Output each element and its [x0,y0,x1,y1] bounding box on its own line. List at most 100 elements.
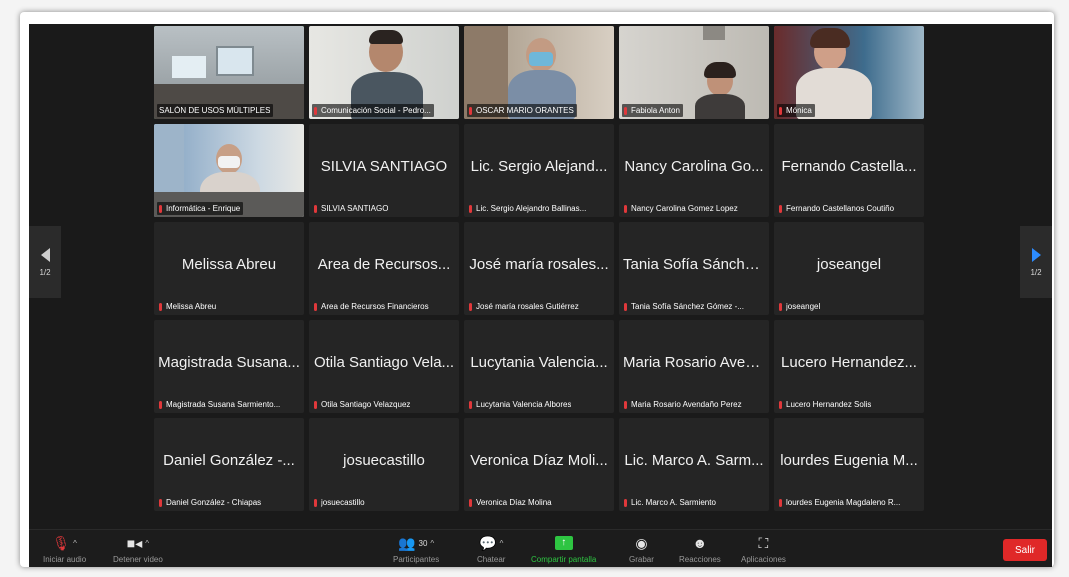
muted-mic-icon [779,106,782,115]
participant-tile[interactable]: José maría rosales... José maría rosales … [464,222,614,315]
muted-mic-icon [624,106,627,115]
next-page-button[interactable]: 1/2 [1020,226,1052,298]
participant-tile[interactable]: Melissa Abreu Melissa Abreu [154,222,304,315]
participant-tile[interactable]: Daniel González -... Daniel González - Ch… [154,418,304,511]
record-button[interactable]: ◉ Grabar [629,534,654,565]
participant-tile[interactable]: Lucytania Valencia... Lucytania Valencia … [464,320,614,413]
chevron-up-icon[interactable]: ^ [430,539,434,548]
participant-name-tag: Informática - Enrique [157,202,244,215]
participant-name-tag: Magistrada Susana Sarmiento... [157,398,283,411]
participant-display-name: José maría rosales... [469,256,609,273]
participant-display-name: SILVIA SANTIAGO [320,158,448,175]
participant-name-tag: Lucytania Valencia Albores [467,398,574,411]
muted-mic-icon [624,400,627,409]
participant-tile[interactable]: lourdes Eugenia M... lourdes Eugenia Magd… [774,418,924,511]
reactions-icon: ☻ [692,535,708,551]
muted-mic-icon [469,400,472,409]
participant-name-tag: Lucero Hernandez Solis [777,398,874,411]
participant-tile[interactable]: Lic. Marco A. Sarm... Lic. Marco A. Sarmi… [619,418,769,511]
participant-display-name: Lucytania Valencia... [470,354,608,371]
video-camera-icon: ■◂ [126,534,143,551]
reactions-button[interactable]: ☻ Reacciones [679,534,721,564]
meeting-window: 1/2 SALÓN DE USOS MÚLTIPLES Comunicación… [29,24,1052,567]
participant-display-name: joseangel [816,256,882,273]
muted-mic-icon [314,204,317,213]
participant-name-tag: Mónica [777,104,815,117]
participants-button[interactable]: 👥 30 ^ Participantes [393,534,439,565]
participant-display-name: Otila Santiago Vela... [313,354,455,371]
muted-mic-icon [779,204,782,213]
muted-mic-icon: 🎙 [52,534,71,551]
page-indicator-right: 1/2 [1030,267,1042,277]
chevron-up-icon[interactable]: ^ [73,539,77,548]
muted-mic-icon [314,400,317,409]
muted-mic-icon [469,498,472,507]
chat-bubble-icon: 💬 [479,534,497,551]
participant-name-tag: Comunicación Social - Pedro... [312,104,434,117]
participant-display-name: Lic. Sergio Alejand... [470,158,608,175]
participant-tile[interactable]: SALÓN DE USOS MÚLTIPLES [154,26,304,119]
participant-tile[interactable]: Fabiola Anton [619,26,769,119]
audio-button[interactable]: 🎙 ^ Iniciar audio [43,534,86,565]
participant-display-name: Veronica Díaz Moli... [470,452,608,469]
participant-name-tag: Tania Sofía Sánchez Gómez -... [622,300,747,313]
muted-mic-icon [469,302,472,311]
participant-display-name: Maria Rosario Aven... [623,354,767,371]
muted-mic-icon [624,302,627,311]
participant-tile[interactable]: SILVIA SANTIAGO SILVIA SANTIAGO [309,124,459,217]
participant-name-tag: Area de Recursos Financieros [312,300,432,313]
participant-tile[interactable]: Nancy Carolina Go... Nancy Carolina Gomez… [619,124,769,217]
participant-tile[interactable]: josuecastillo josuecastillo [309,418,459,511]
muted-mic-icon [779,400,782,409]
participant-tile[interactable]: Tania Sofía Sánche... Tania Sofía Sánchez… [619,222,769,315]
participant-tile[interactable]: OSCAR MARIO ORANTES [464,26,614,119]
chevron-up-icon[interactable]: ^ [145,539,149,548]
participant-display-name: Tania Sofía Sánche... [623,256,766,273]
participant-name-tag: SALÓN DE USOS MÚLTIPLES [157,104,274,117]
participant-name-tag: josuecastillo [312,496,368,509]
participant-display-name: Fernando Castella... [781,158,917,175]
participant-tile[interactable]: Magistrada Susana... Magistrada Susana Sa… [154,320,304,413]
participant-tile[interactable]: Mónica [774,26,924,119]
muted-mic-icon [624,498,627,507]
participant-tile[interactable]: Fernando Castella... Fernando Castellanos… [774,124,924,217]
previous-page-button[interactable]: 1/2 [29,226,61,298]
share-screen-button[interactable]: ↑ Compartir pantalla [531,534,596,564]
participant-tile[interactable]: Otila Santiago Vela... Otila Santiago Vel… [309,320,459,413]
participant-name-tag: OSCAR MARIO ORANTES [467,104,577,117]
participant-tile[interactable]: Informática - Enrique [154,124,304,217]
muted-mic-icon [779,302,782,311]
participant-name-tag: José maría rosales Gutiérrez [467,300,582,313]
participant-tile[interactable]: Comunicación Social - Pedro... [309,26,459,119]
participant-display-name: Lucero Hernandez... [781,354,917,371]
participant-tile[interactable]: joseangel joseangel [774,222,924,315]
participant-name-tag: Lic. Marco A. Sarmiento [622,496,719,509]
muted-mic-icon [159,498,162,507]
participant-tile[interactable]: Lic. Sergio Alejand... Lic. Sergio Alejan… [464,124,614,217]
muted-mic-icon [624,204,627,213]
participant-tile[interactable]: Maria Rosario Aven... Maria Rosario Avend… [619,320,769,413]
apps-button[interactable]: ⛶ Aplicaciones [741,534,786,565]
chat-button[interactable]: 💬 ^ Chatear [477,534,505,565]
chevron-up-icon[interactable]: ^ [500,539,504,548]
muted-mic-icon [314,106,317,115]
participant-display-name: Daniel González -... [163,452,295,469]
participant-name-tag: Maria Rosario Avendaño Perez [622,398,745,411]
meeting-toolbar: 🎙 ^ Iniciar audio ■◂ ^ Detener video 👥 30 ^ … [29,529,1052,567]
chevron-left-icon [40,247,50,262]
participant-tile[interactable]: Veronica Díaz Moli... Veronica Díaz Molin… [464,418,614,511]
participant-name-tag: Otila Santiago Velazquez [312,398,413,411]
video-button[interactable]: ■◂ ^ Detener video [113,534,163,565]
gallery-grid: SALÓN DE USOS MÚLTIPLES Comunicación Soc… [154,26,926,518]
participant-display-name: lourdes Eugenia M... [780,452,918,469]
participant-name-tag: lourdes Eugenia Magdaleno R... [777,496,903,509]
participant-name-tag: Lic. Sergio Alejandro Ballinas... [467,202,589,215]
leave-button[interactable]: Salir [1003,539,1047,561]
muted-mic-icon [469,204,472,213]
participant-display-name: Melissa Abreu [181,256,277,273]
participant-tile[interactable]: Area de Recursos... Area de Recursos Fina… [309,222,459,315]
participant-tile[interactable]: Lucero Hernandez... Lucero Hernandez Soli… [774,320,924,413]
participants-icon: 👥 [398,534,416,551]
participant-name-tag: Fernando Castellanos Coutiño [777,202,897,215]
muted-mic-icon [159,302,162,311]
